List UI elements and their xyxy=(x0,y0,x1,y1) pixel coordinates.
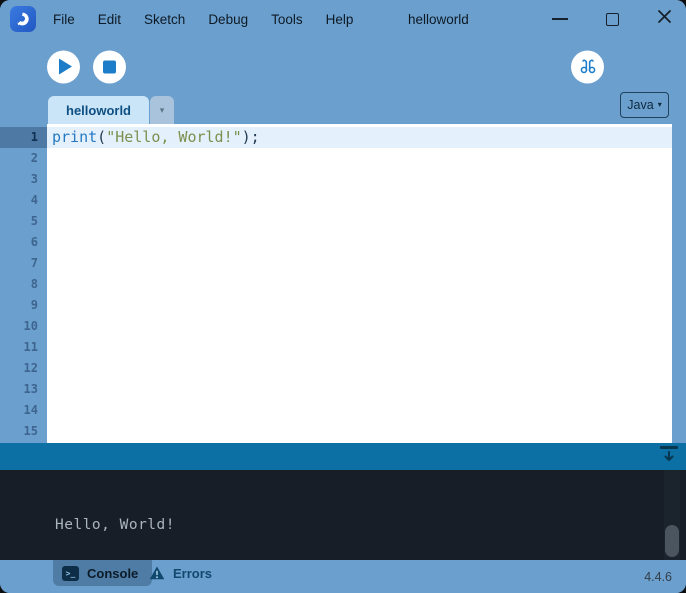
play-icon xyxy=(59,58,72,75)
code-editor: 1 2 3 4 5 6 7 8 9 10 11 12 13 14 15 print("Hello, Worl… xyxy=(0,124,686,443)
close-button[interactable] xyxy=(657,9,672,29)
tab-menu-button[interactable]: ▾ xyxy=(150,96,174,124)
line-number-4: 4 xyxy=(30,193,38,207)
line-number-8: 8 xyxy=(30,277,38,291)
menubar: File Edit Sketch Debug Tools Help xyxy=(50,10,356,29)
menu-debug[interactable]: Debug xyxy=(205,10,251,29)
line-number-6: 6 xyxy=(30,235,38,249)
code-token-close: ); xyxy=(241,128,260,146)
stop-icon xyxy=(103,60,116,73)
line-number-11: 11 xyxy=(23,340,38,354)
chevron-down-icon: ▾ xyxy=(159,104,165,115)
footer-bar: >_ Console Errors 4.4.6 xyxy=(0,560,686,593)
maximize-button[interactable] xyxy=(606,12,619,26)
console-scrollbar-thumb[interactable] xyxy=(665,525,679,557)
tab-helloworld[interactable]: helloworld xyxy=(48,96,149,124)
menu-edit[interactable]: Edit xyxy=(95,10,124,29)
close-icon xyxy=(658,10,671,23)
window-controls xyxy=(552,0,672,38)
line-number-12: 12 xyxy=(23,361,38,375)
editor-scrollbar[interactable] xyxy=(672,124,686,443)
debug-button[interactable] xyxy=(571,50,604,83)
tab-bar: helloworld ▾ xyxy=(0,95,686,124)
arrow-down-icon xyxy=(664,450,674,461)
menu-sketch[interactable]: Sketch xyxy=(141,10,188,29)
console-tab-label: Console xyxy=(87,565,139,581)
menu-tools[interactable]: Tools xyxy=(268,10,306,29)
editor-gutter: 1 2 3 4 5 6 7 8 9 10 11 12 13 14 15 xyxy=(0,124,47,443)
collapse-console-button[interactable] xyxy=(659,446,679,467)
line-number-10: 10 xyxy=(23,319,38,333)
code-area[interactable]: print("Hello, World!"); xyxy=(47,124,672,443)
stop-button[interactable] xyxy=(93,50,126,83)
code-token-function: print xyxy=(52,128,98,146)
maximize-icon xyxy=(606,12,619,26)
collapse-bar-icon xyxy=(660,446,678,449)
tab-console[interactable]: >_ Console xyxy=(53,560,153,586)
errors-tab-label: Errors xyxy=(173,565,213,581)
run-button[interactable] xyxy=(47,50,80,83)
toolbar: Java ▾ xyxy=(0,38,686,118)
code-line-1: print("Hello, World!"); xyxy=(47,127,672,148)
console-output-text: Hello, World! xyxy=(55,517,175,533)
line-number-7: 7 xyxy=(30,256,38,270)
line-number-9: 9 xyxy=(30,298,38,312)
minimize-button[interactable] xyxy=(552,18,568,20)
version-label: 4.4.6 xyxy=(644,569,672,584)
console-divider[interactable] xyxy=(0,443,686,470)
console-panel: Hello, World! xyxy=(0,470,686,560)
titlebar: File Edit Sketch Debug Tools Help hellow… xyxy=(0,0,686,38)
line-number-15: 15 xyxy=(23,424,38,438)
processing-logo-icon xyxy=(10,6,36,32)
window-title: helloworld xyxy=(408,11,469,27)
line-number-1: 1 xyxy=(0,127,47,148)
line-number-3: 3 xyxy=(30,172,38,186)
menu-help[interactable]: Help xyxy=(323,10,357,29)
menu-file[interactable]: File xyxy=(50,10,78,29)
tab-label: helloworld xyxy=(66,102,131,118)
pde-window: File Edit Sketch Debug Tools Help hellow… xyxy=(0,0,686,593)
line-number-5: 5 xyxy=(30,214,38,228)
line-number-13: 13 xyxy=(23,382,38,396)
line-number-14: 14 xyxy=(23,403,38,417)
code-token-string: "Hello, World!" xyxy=(106,128,242,146)
terminal-icon: >_ xyxy=(62,565,79,581)
mode-label: Java xyxy=(627,98,654,112)
butterfly-debug-icon xyxy=(580,59,595,73)
console-scrollbar-track[interactable] xyxy=(664,470,680,560)
chevron-down-icon: ▾ xyxy=(657,100,662,109)
minimize-icon xyxy=(552,18,568,20)
warning-icon xyxy=(149,566,165,580)
line-number-2: 2 xyxy=(30,151,38,165)
code-token-paren: ( xyxy=(97,128,107,146)
tab-errors[interactable]: Errors xyxy=(141,560,220,586)
mode-selector-button[interactable]: Java ▾ xyxy=(620,92,669,118)
